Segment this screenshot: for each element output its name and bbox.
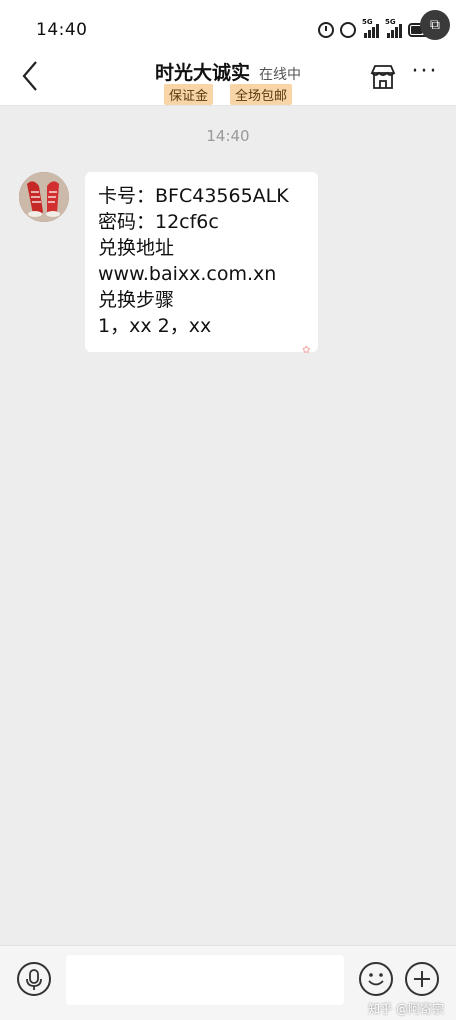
message-line-steps-label: 兑换步骤 <box>98 289 175 311</box>
watermark: 知乎 @阿寄宗 <box>368 1002 444 1016</box>
shoes-image <box>19 172 69 222</box>
emoji-icon <box>368 973 384 986</box>
message-line-redeem-address-label: 兑换地址 <box>98 237 175 259</box>
chat-timestamp: 14:40 <box>206 127 250 145</box>
plus-button[interactable] <box>405 962 439 996</box>
store-icon <box>370 65 396 89</box>
voice-button[interactable] <box>17 962 51 996</box>
avatar[interactable] <box>19 172 69 222</box>
status-bar: 14:40 5G 5G ⧉ <box>0 0 456 56</box>
chat-header: 时光大诚实 在线中 保证金 全场包邮 ··· <box>0 56 456 106</box>
message-line-password: 密码：12cf6c <box>98 211 219 233</box>
shop-name[interactable]: 时光大诚实 <box>155 62 250 84</box>
alarm-icon <box>318 22 334 38</box>
badge-free-shipping: 全场包邮 <box>230 84 293 105</box>
network-type-label-2: 5G <box>385 18 396 26</box>
microphone-icon <box>26 969 42 990</box>
online-status: 在线中 <box>259 67 302 83</box>
message-line-card-number: 卡号：BFC43565ALK <box>98 185 289 207</box>
signal-icon: 5G <box>362 18 379 38</box>
badge-deposit: 保证金 <box>163 84 213 105</box>
message-bubble[interactable]: 卡号：BFC43565ALK 密码：12cf6c 兑换地址 www.baixx.… <box>85 172 318 356</box>
emoji-button[interactable] <box>359 962 393 996</box>
status-icons: 5G 5G <box>318 18 437 42</box>
status-time: 14:40 <box>36 20 88 40</box>
read-mark-icon: ✿ <box>302 345 311 356</box>
more-button[interactable]: ··· <box>408 60 442 90</box>
plus-icon <box>414 971 430 987</box>
screenshot-icon[interactable]: ⧉ <box>420 10 450 40</box>
clock-icon <box>340 22 356 38</box>
message-input[interactable] <box>66 955 344 1005</box>
store-button[interactable] <box>368 62 398 92</box>
network-type-label: 5G <box>362 18 373 26</box>
message-line-steps: 1，xx 2，xx <box>98 315 212 337</box>
signal-icon-2: 5G <box>385 18 402 38</box>
message-line-redeem-url[interactable]: www.baixx.com.xn <box>98 261 305 287</box>
